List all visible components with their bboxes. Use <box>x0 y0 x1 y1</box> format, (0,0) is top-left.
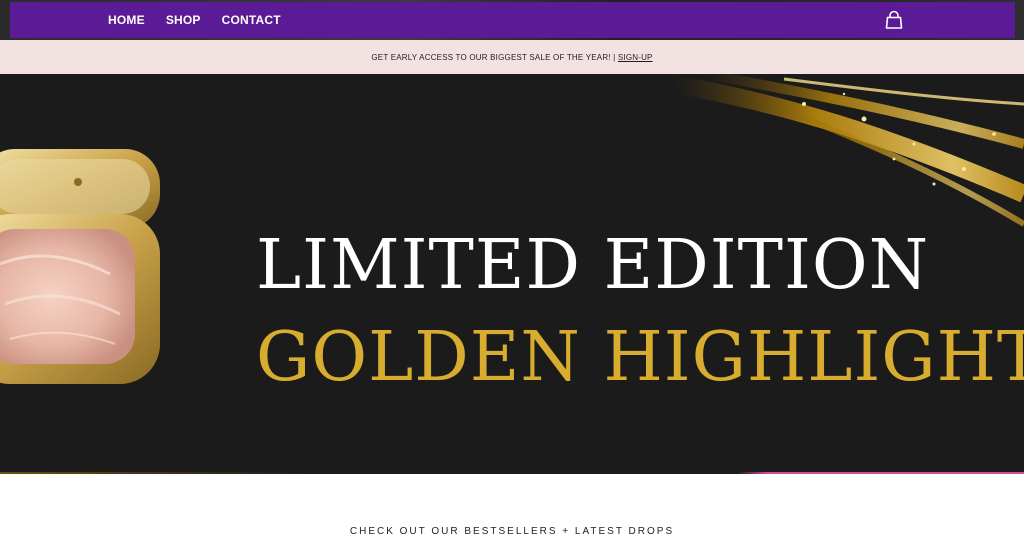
hero-banner[interactable]: LIMITED EDITION GOLDEN HIGHLIGHTER <box>0 74 1024 474</box>
shopping-bag-icon[interactable] <box>884 10 904 30</box>
nav-contact-link[interactable]: CONTACT <box>222 13 281 27</box>
highlighter-compact-image <box>0 149 160 384</box>
gold-swirl-decoration <box>672 74 1024 227</box>
announcement-bar: GET EARLY ACCESS TO OUR BIGGEST SALE OF … <box>0 40 1024 74</box>
nav-links: HOME SHOP CONTACT <box>108 13 302 27</box>
hero-title-line1: LIMITED EDITION <box>256 226 930 305</box>
nav-shop-link[interactable]: SHOP <box>166 13 201 27</box>
announcement-text: GET EARLY ACCESS TO OUR BIGGEST SALE OF … <box>371 52 618 62</box>
hero-title-line2: GOLDEN HIGHLIGHTER <box>256 318 1024 397</box>
bestsellers-heading: CHECK OUT OUR BESTSELLERS + LATEST DROPS <box>349 526 675 537</box>
signup-link[interactable]: SIGN-UP <box>618 53 653 62</box>
nav-home-link[interactable]: HOME <box>108 13 145 27</box>
hero-bottom-border <box>0 472 1024 474</box>
main-navigation: HOME SHOP CONTACT <box>10 2 1015 38</box>
